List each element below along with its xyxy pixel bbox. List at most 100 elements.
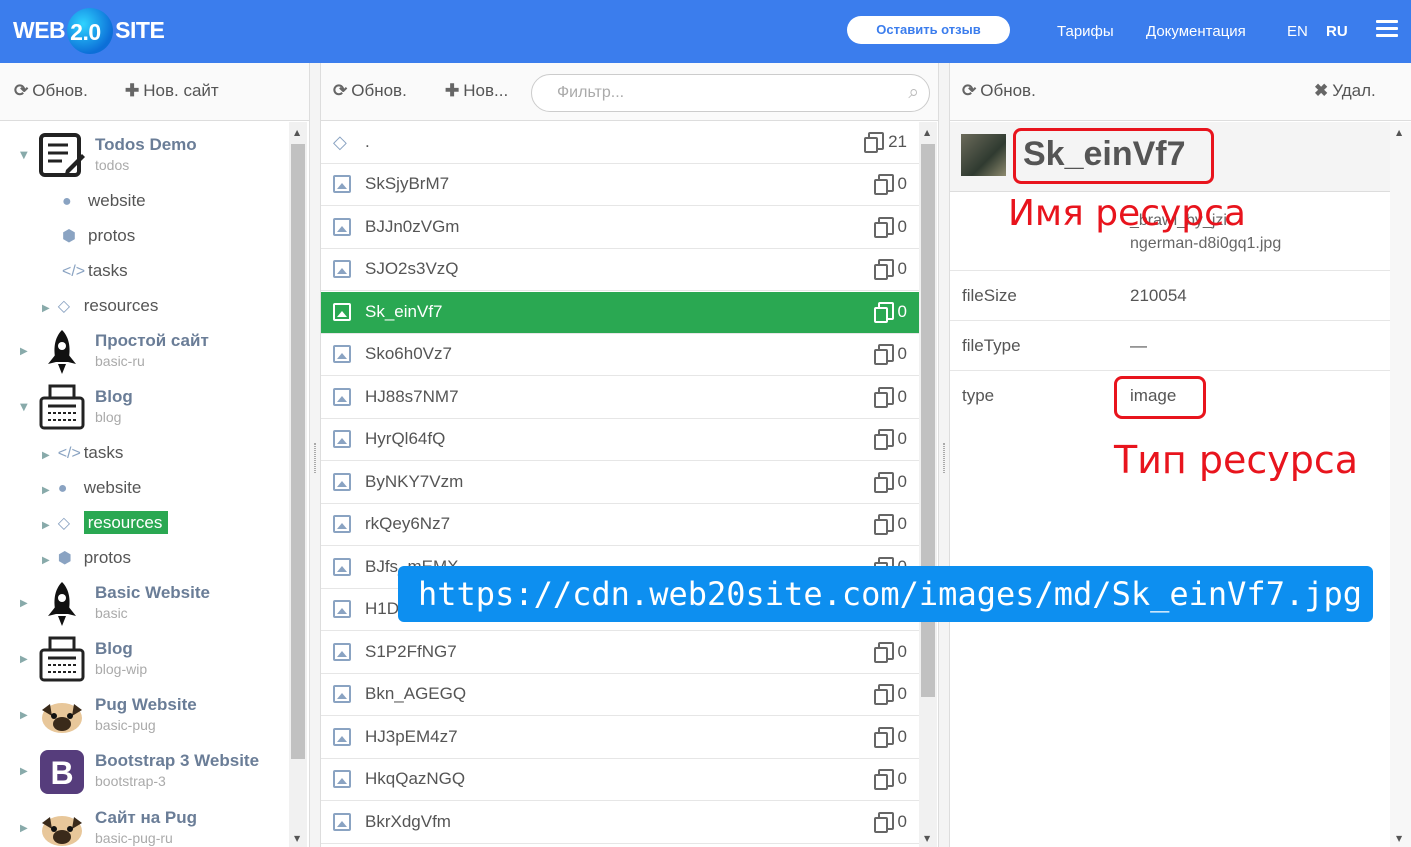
scroll-up-icon[interactable]: ▲ [924,128,930,137]
usage-count: 0 [873,217,907,238]
nav-link-pricing[interactable]: Тарифы [1057,23,1114,40]
plus-icon: ✚ [125,81,140,100]
caret-right-icon[interactable]: ▶ [20,766,28,777]
image-icon [333,473,351,491]
list-item[interactable]: HkqQazNGQ 0 [321,759,919,801]
list-item[interactable]: HJ88s7NM7 0 [321,377,919,419]
list-item-selected[interactable]: Sk_einVf7 0 [321,292,919,334]
splitter[interactable] [939,63,949,847]
refresh-details-button[interactable]: ⟳ Обнов. [962,81,1036,101]
scroll-down-icon[interactable]: ▼ [1396,834,1402,843]
delete-button[interactable]: ✖ Удал. [1314,81,1376,101]
usage-count: 0 [873,812,907,833]
caret-right-icon[interactable]: ▶ [20,710,28,721]
item-name: . [365,132,370,151]
tree-node-resources[interactable]: ▶ ◇ resources [42,293,158,319]
new-resource-button[interactable]: ✚ Нов... [445,81,508,101]
caret-right-icon[interactable]: ▶ [42,485,50,496]
project-todos-demo[interactable]: ▼ Todos Demo todos [0,132,288,182]
caret-right-icon[interactable]: ▶ [20,598,28,609]
refresh-resources-button[interactable]: ⟳ Обнов. [333,81,407,101]
code-icon: </> [57,445,81,462]
scroll-thumb[interactable] [291,144,305,759]
hamburger-menu-icon[interactable] [1376,20,1398,38]
tree-node-tasks[interactable]: ▶ </> tasks [42,440,123,466]
caret-right-icon[interactable]: ▶ [42,520,50,531]
copy-icon [873,472,894,493]
node-label: resources [83,296,159,315]
scroll-up-icon[interactable]: ▲ [294,128,300,137]
usage-count: 0 [873,387,907,408]
tree-node-resources-selected[interactable]: ▶ ◇ resources [42,510,169,536]
caret-right-icon[interactable]: ▶ [42,450,50,461]
globe-icon: ● [62,193,72,210]
caret-right-icon[interactable]: ▶ [20,654,28,665]
feedback-button[interactable]: Оставить отзыв [847,16,1010,44]
list-item[interactable]: SJO2s3VzQ 0 [321,249,919,291]
list-item[interactable]: BJJn0zVGm 0 [321,207,919,249]
list-item[interactable]: ByNKY7Vzm 0 [321,462,919,504]
list-item[interactable]: S1P2FfNG7 0 [321,632,919,674]
logo[interactable]: WEB 2.0 SITE [13,7,165,54]
project-blog[interactable]: ▼ Blog blog [0,384,288,434]
project-basic[interactable]: ▶ Basic Website basic [0,580,288,630]
project-basic-pug-ru[interactable]: ▶ Сайт на Pug basic-pug-ru [0,805,288,847]
lang-ru[interactable]: RU [1326,23,1348,40]
pug-icon [42,816,82,846]
resources-scrollbar[interactable]: ▲ ▼ [919,122,937,847]
image-icon [333,770,351,788]
tree-node-tasks[interactable]: </> tasks [62,258,128,284]
node-label: website [83,478,142,497]
caret-right-icon[interactable]: ▶ [20,823,28,834]
project-tree: ▼ Todos Demo todos ● website ⬢ protos </> t… [0,122,288,847]
prop-row-filetype: fileType — [950,321,1390,371]
project-bootstrap-3[interactable]: ▶ B Bootstrap 3 Website bootstrap-3 [0,748,288,798]
refresh-icon: ⟳ [962,81,977,100]
tree-node-protos[interactable]: ▶ ⬢ protos [42,545,131,571]
scroll-down-icon[interactable]: ▼ [924,834,930,843]
new-site-button[interactable]: ✚ Нов. сайт [125,81,219,101]
caret-right-icon[interactable]: ▶ [20,346,28,357]
scroll-up-icon[interactable]: ▲ [1396,128,1402,137]
tree-node-website[interactable]: ▶ ● website [42,475,141,501]
refresh-projects-button[interactable]: ⟳ Обнов. [14,81,88,101]
list-item[interactable]: HyrQl64fQ 0 [321,419,919,461]
list-item-root[interactable]: ◇ . 21 [321,122,919,164]
logo-text-left: WEB [13,17,66,43]
lang-en[interactable]: EN [1287,23,1308,40]
details-scrollbar[interactable]: ▲ ▼ [1390,122,1411,847]
caret-right-icon[interactable]: ▶ [42,555,50,566]
list-item[interactable]: BkrXdgVfm 0 [321,802,919,844]
usage-count: 0 [873,684,907,705]
filter-input[interactable]: Фильтр... ⌕ [531,74,930,112]
image-icon [333,600,351,618]
caret-down-icon[interactable]: ▼ [20,150,28,161]
image-icon [333,728,351,746]
project-basic-pug[interactable]: ▶ Pug Website basic-pug [0,692,288,742]
pug-icon [42,703,82,733]
list-item[interactable]: Bkn_AGEGQ 0 [321,674,919,716]
splitter[interactable] [310,63,320,847]
copy-icon [873,684,894,705]
list-item[interactable]: rkQey6Nz7 0 [321,504,919,546]
scroll-down-icon[interactable]: ▼ [294,834,300,843]
project-basic-ru[interactable]: ▶ Простой сайт basic-ru [0,328,288,378]
list-item[interactable]: Sko6h0Vz7 0 [321,334,919,376]
caret-down-icon[interactable]: ▼ [20,402,28,413]
nav-link-docs[interactable]: Документация [1146,23,1246,40]
prop-key: fileSize [962,286,1017,305]
project-name: Простой сайт [95,331,209,350]
project-blog-wip[interactable]: ▶ Blog blog-wip [0,636,288,686]
copy-icon [873,812,894,833]
tree-node-website[interactable]: ● website [62,188,146,214]
prop-key: type [962,386,995,405]
projects-scrollbar[interactable]: ▲ ▼ [289,122,307,847]
list-item[interactable]: SkSjyBrM7 0 [321,164,919,206]
annotation-highlight-type [1114,376,1206,419]
logo-text-mid: 2.0 [70,18,101,45]
search-icon[interactable]: ⌕ [908,75,919,111]
caret-right-icon[interactable]: ▶ [42,303,50,314]
tree-node-protos[interactable]: ⬢ protos [62,223,135,249]
project-slug: blog [95,409,122,425]
list-item[interactable]: HJ3pEM4z7 0 [321,717,919,759]
